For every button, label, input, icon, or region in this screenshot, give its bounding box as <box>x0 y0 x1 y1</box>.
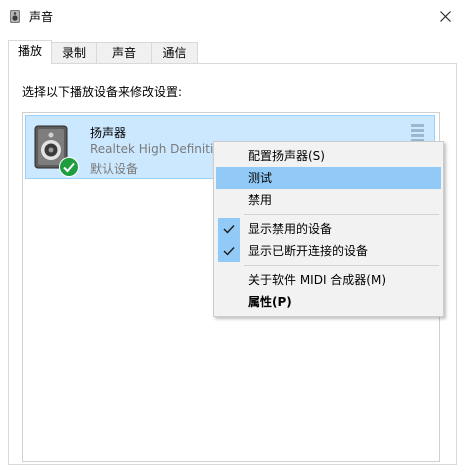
device-context-menu: 配置扬声器(S) 测试 禁用 显示禁用的设备 显示已断开连接的设备 关于软件 M… <box>213 141 444 317</box>
menu-item-properties[interactable]: 属性(P) <box>216 291 441 313</box>
close-icon <box>439 10 451 22</box>
sound-dialog: 声音 播放 录制 声音 通信 选择以下播放设备来修改设置: 扬声器 Realte… <box>0 0 465 466</box>
checkmark-icon <box>218 240 240 262</box>
instruction-text: 选择以下播放设备来修改设置: <box>22 85 183 99</box>
tab-playback[interactable]: 播放 <box>8 40 52 64</box>
menu-item-test[interactable]: 测试 <box>216 167 441 189</box>
menu-separator <box>244 265 439 266</box>
menu-item-about-midi-synth[interactable]: 关于软件 MIDI 合成器(M) <box>216 269 441 291</box>
window-title: 声音 <box>29 10 54 24</box>
device-status: 默认设备 <box>90 162 139 176</box>
title-bar[interactable]: 声音 <box>0 0 465 32</box>
menu-item-disable[interactable]: 禁用 <box>216 189 441 211</box>
menu-item-configure-speakers[interactable]: 配置扬声器(S) <box>216 145 441 167</box>
tab-communications[interactable]: 通信 <box>151 42 198 63</box>
menu-separator <box>244 214 439 215</box>
device-driver: Realtek High Definitio <box>90 142 221 156</box>
menu-item-show-disabled-devices[interactable]: 显示禁用的设备 <box>216 218 441 240</box>
close-button[interactable] <box>425 0 465 32</box>
device-name: 扬声器 <box>90 126 127 140</box>
tab-sounds[interactable]: 声音 <box>96 42 152 63</box>
sound-app-icon <box>7 8 23 24</box>
menu-item-show-disconnected-devices[interactable]: 显示已断开连接的设备 <box>216 240 441 262</box>
checkmark-icon <box>218 218 240 240</box>
default-device-check-icon <box>59 157 79 177</box>
tab-recording[interactable]: 录制 <box>51 42 97 63</box>
